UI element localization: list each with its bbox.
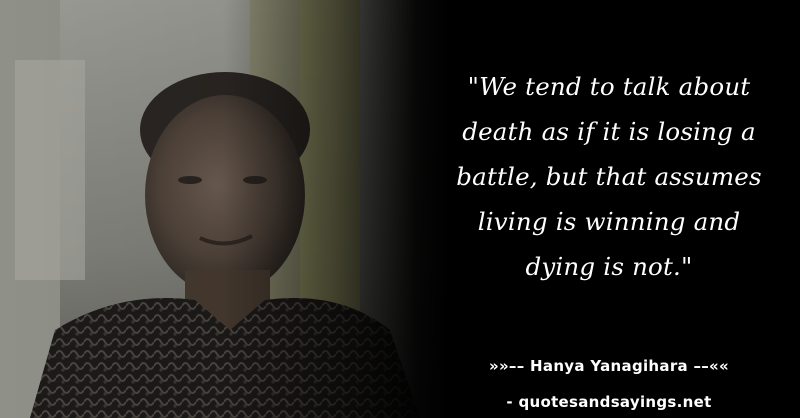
quote-line: dying is not." [525, 252, 693, 281]
quote-author: »»–– Hanya Yanagihara ––«« [488, 357, 730, 375]
quote-line: battle, but that assumes [456, 162, 762, 191]
quote-text: "We tend to talk about death as if it is… [425, 64, 793, 289]
quote-line: "We tend to talk about [467, 72, 751, 101]
quote-line: living is winning and [477, 207, 741, 236]
source-watermark: - quotesandsayings.net [506, 393, 712, 411]
quote-line: death as if it is losing a [462, 117, 756, 146]
